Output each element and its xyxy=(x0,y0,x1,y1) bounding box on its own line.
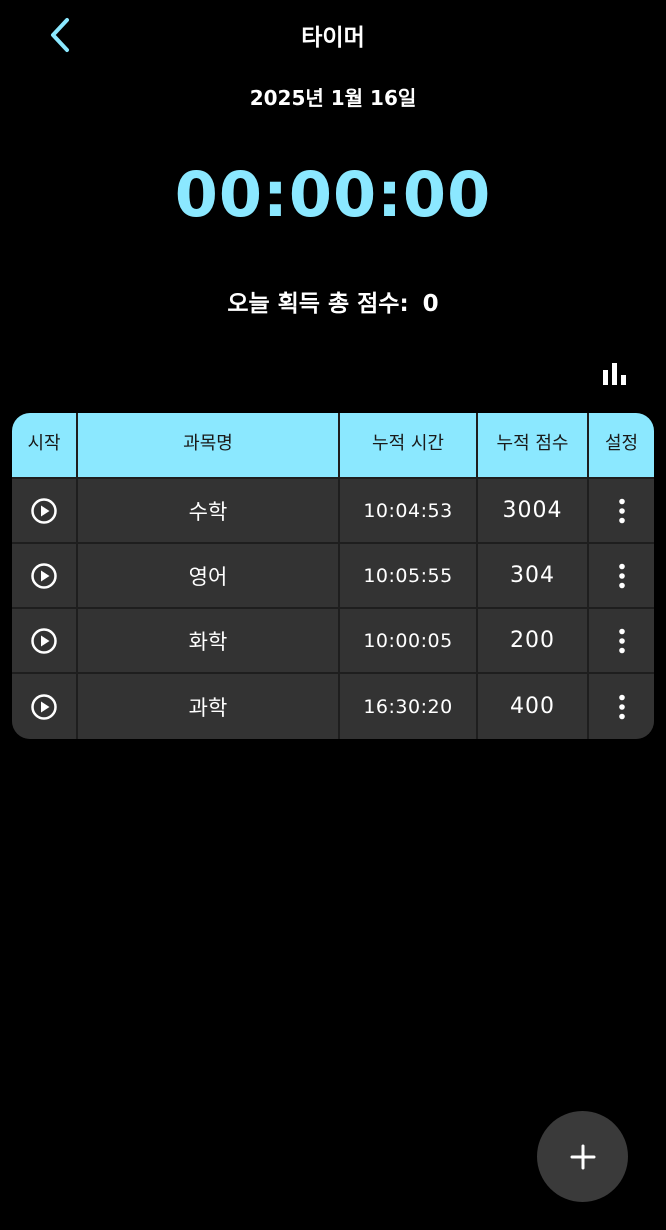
accumulated-points: 304 xyxy=(478,544,587,607)
more-vertical-icon xyxy=(618,498,625,523)
column-header-time: 누적 시간 xyxy=(340,413,476,477)
subject-name: 과학 xyxy=(78,674,338,739)
more-vertical-icon xyxy=(618,563,625,588)
play-circle-icon xyxy=(31,562,57,589)
play-circle-icon xyxy=(31,693,57,720)
date-label: 2025년 1월 16일 xyxy=(249,86,417,110)
timer-display: 00:00:00 xyxy=(174,158,492,231)
start-button[interactable] xyxy=(12,479,76,542)
more-vertical-icon xyxy=(618,694,625,719)
plus-icon xyxy=(570,1144,595,1169)
page-title: 타이머 xyxy=(301,25,365,51)
subject-table: 시작 과목명 누적 시간 누적 점수 설정 수학 10:04:53 3004 영… xyxy=(12,413,654,739)
table-header: 시작 과목명 누적 시간 누적 점수 설정 xyxy=(12,413,654,477)
add-subject-button[interactable] xyxy=(537,1111,628,1202)
total-score-value: 0 xyxy=(422,291,439,317)
table-row[interactable]: 수학 10:04:53 3004 xyxy=(12,479,654,542)
accumulated-time: 10:05:55 xyxy=(340,544,476,607)
subject-name: 수학 xyxy=(78,479,338,542)
bar-chart-icon xyxy=(603,363,626,385)
accumulated-points: 3004 xyxy=(478,479,587,542)
column-header-start: 시작 xyxy=(12,413,76,477)
table-row[interactable]: 화학 10:00:05 200 xyxy=(12,609,654,672)
subject-name: 영어 xyxy=(78,544,338,607)
start-button[interactable] xyxy=(12,544,76,607)
settings-button[interactable] xyxy=(589,674,654,739)
start-button[interactable] xyxy=(12,674,76,739)
settings-button[interactable] xyxy=(589,544,654,607)
column-header-points: 누적 점수 xyxy=(478,413,587,477)
settings-button[interactable] xyxy=(589,609,654,672)
accumulated-time: 10:00:05 xyxy=(340,609,476,672)
subject-name: 화학 xyxy=(78,609,338,672)
accumulated-time: 10:04:53 xyxy=(340,479,476,542)
statistics-button[interactable] xyxy=(599,358,631,390)
settings-button[interactable] xyxy=(589,479,654,542)
accumulated-points: 200 xyxy=(478,609,587,672)
play-circle-icon xyxy=(31,497,57,524)
total-score: 오늘 획득 총 점수: 0 xyxy=(0,284,666,318)
play-circle-icon xyxy=(31,627,57,654)
table-row[interactable]: 영어 10:05:55 304 xyxy=(12,544,654,607)
total-score-label: 오늘 획득 총 점수: xyxy=(227,291,409,317)
column-header-settings: 설정 xyxy=(589,413,654,477)
table-row[interactable]: 과학 16:30:20 400 xyxy=(12,674,654,739)
more-vertical-icon xyxy=(618,628,625,653)
start-button[interactable] xyxy=(12,609,76,672)
accumulated-points: 400 xyxy=(478,674,587,739)
accumulated-time: 16:30:20 xyxy=(340,674,476,739)
column-header-subject: 과목명 xyxy=(78,413,338,477)
